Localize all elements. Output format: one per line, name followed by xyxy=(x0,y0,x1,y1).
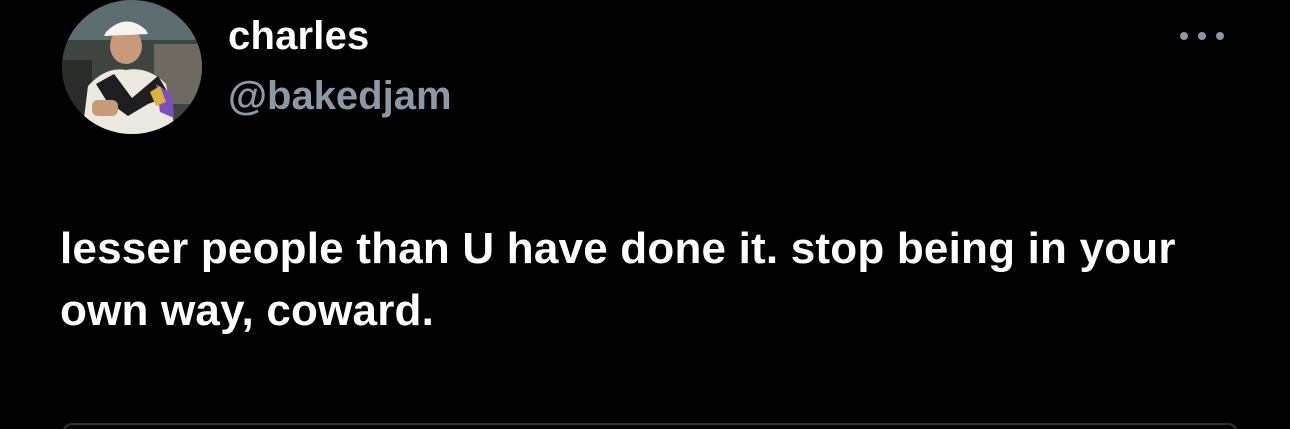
avatar-photo xyxy=(62,0,202,134)
tweet-text: lesser people than U have done it. stop … xyxy=(60,224,1176,335)
media-card-edge xyxy=(62,423,1238,429)
author-display-name[interactable]: charles xyxy=(228,12,370,60)
ellipsis-icon xyxy=(1216,32,1224,40)
avatar[interactable] xyxy=(62,0,202,134)
ellipsis-icon xyxy=(1180,32,1188,40)
author-handle[interactable]: @bakedjam xyxy=(228,72,452,120)
ellipsis-icon xyxy=(1198,32,1206,40)
tweet: charles @bakedjam lesser people than U h… xyxy=(0,0,1290,429)
more-options-button[interactable] xyxy=(1176,22,1228,50)
